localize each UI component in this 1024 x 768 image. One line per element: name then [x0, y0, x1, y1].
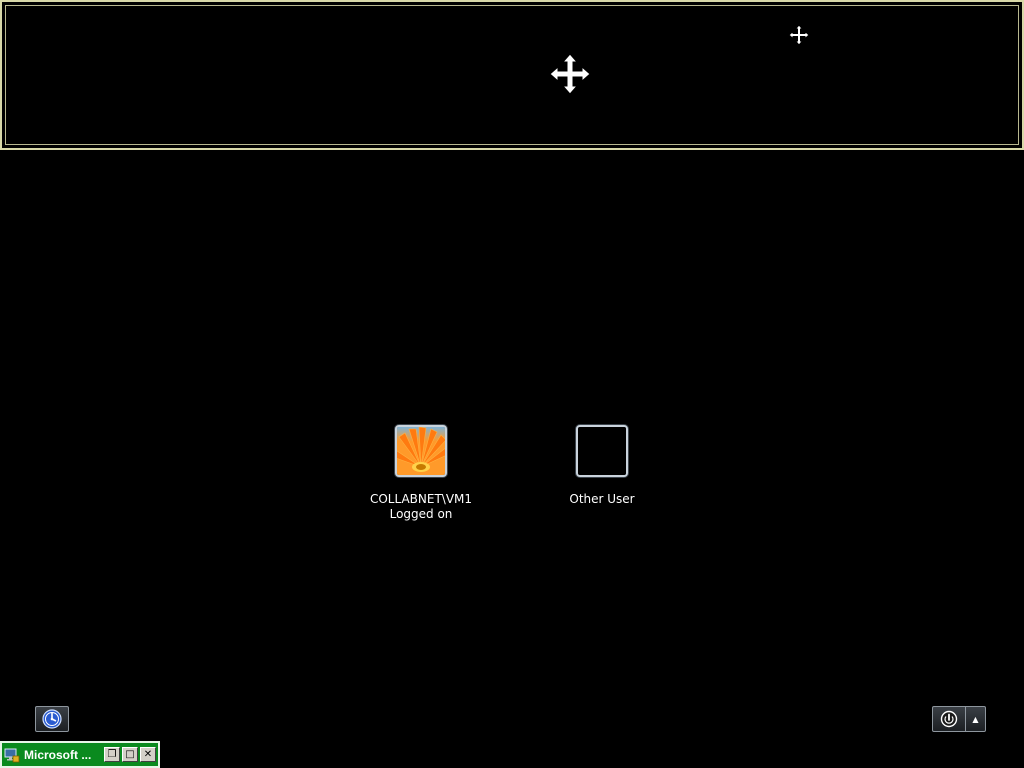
shutdown-options-button[interactable]: ▲ [966, 706, 986, 732]
maximize-button[interactable]: □ [122, 747, 138, 762]
user-name-label: Other User [569, 492, 635, 506]
user-tile-other-user[interactable]: Other User [537, 425, 667, 507]
flower-avatar-icon [397, 427, 445, 475]
logon-screen: COLLABNET\VM1 Logged on Other User ▲ Mic… [0, 0, 1024, 768]
user-name-label: COLLABNET\VM1 [369, 492, 473, 506]
restore-button[interactable]: ❐ [104, 747, 120, 762]
power-icon [940, 710, 958, 728]
top-frame-inner-border [5, 5, 1019, 145]
user-avatar-frame[interactable] [576, 425, 628, 477]
remote-desktop-icon [4, 748, 20, 762]
ease-of-access-icon [42, 709, 62, 729]
shutdown-button[interactable] [932, 706, 966, 732]
close-button[interactable]: ✕ [140, 747, 156, 762]
session-title: Microsoft ... [24, 747, 92, 762]
user-status-label: Logged on [389, 507, 453, 521]
remote-session-bar[interactable]: Microsoft ... ❐ □ ✕ [0, 741, 160, 768]
arrow-up-icon: ▲ [972, 714, 979, 724]
user-avatar-frame[interactable] [395, 425, 447, 477]
empty-avatar-icon [578, 427, 626, 475]
ease-of-access-button[interactable] [35, 706, 69, 732]
top-frame-region [0, 0, 1024, 150]
user-tile-collabnet-vm1[interactable]: COLLABNET\VM1 Logged on [356, 425, 486, 522]
shutdown-group: ▲ [932, 706, 986, 732]
move-arrows-icon [788, 24, 810, 46]
move-arrows-icon [549, 53, 591, 95]
